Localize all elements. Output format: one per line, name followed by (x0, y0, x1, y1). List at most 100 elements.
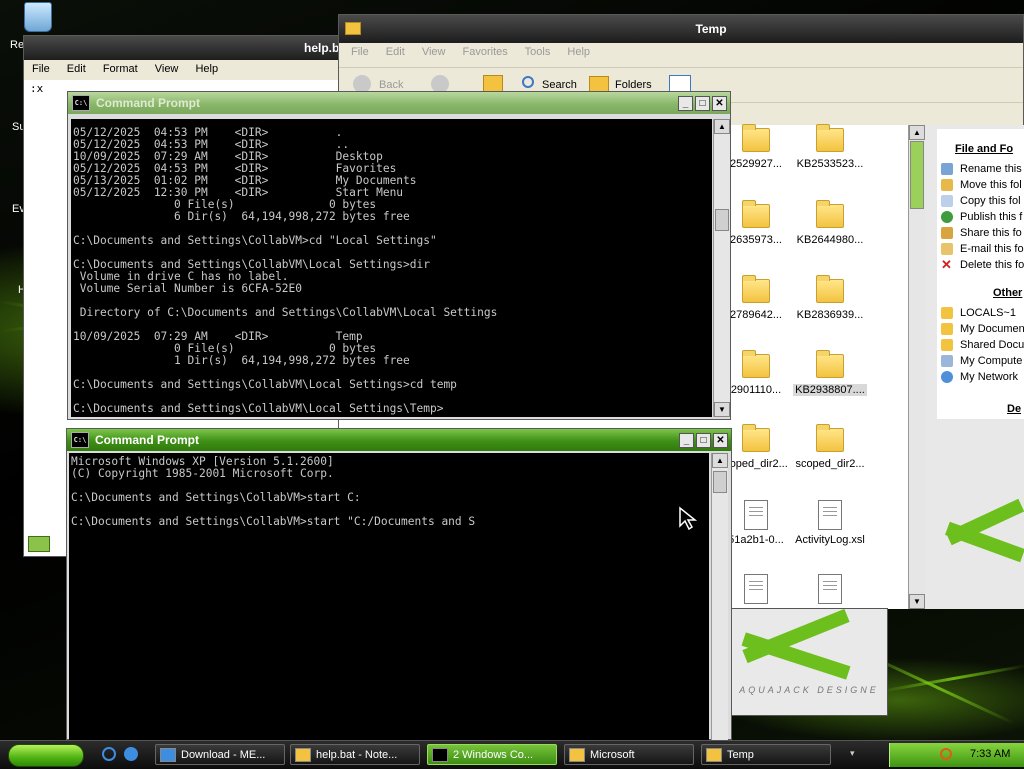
notepad-menu-help[interactable]: Help (195, 63, 218, 75)
explorer-menu-view[interactable]: View (422, 46, 446, 58)
taskbar-button[interactable]: help.bat - Note... (290, 744, 420, 765)
close-button[interactable]: ✕ (713, 432, 728, 448)
command-prompt-front-console[interactable]: Microsoft Windows XP [Version 5.1.2600](… (69, 453, 709, 741)
notepad-menu-edit[interactable]: Edit (67, 63, 86, 75)
desktop-icon-label-1[interactable]: Re (10, 39, 24, 51)
scroll-thumb[interactable] (715, 209, 729, 231)
notepad-menu-file[interactable]: File (32, 63, 50, 75)
task-panel: File and Fo Rename this Move this fol Co… (925, 125, 1024, 609)
minimize-button[interactable]: _ (678, 95, 693, 111)
console-line: C:\Documents and Settings\CollabVM\Local… (73, 378, 457, 391)
tray-search-icon[interactable] (940, 748, 952, 760)
maximize-button[interactable]: □ (695, 95, 710, 111)
notepad-hscroll[interactable] (28, 536, 50, 552)
scroll-up-arrow-icon[interactable]: ▲ (712, 453, 728, 468)
recycle-bin-icon[interactable] (24, 2, 52, 32)
command-prompt-back-window[interactable]: C:\ Command Prompt _ □ ✕ 05/12/2025 04:5… (67, 91, 731, 420)
notepad-menu-view[interactable]: View (155, 63, 179, 75)
notepad-menu-format[interactable]: Format (103, 63, 138, 75)
console-line: Directory of C:\Documents and Settings\C… (73, 306, 498, 319)
place-my-network[interactable]: My Network (941, 369, 1024, 385)
explorer-menu-file[interactable]: File (351, 46, 369, 58)
scroll-down-arrow-icon[interactable]: ▼ (909, 594, 925, 609)
explorer-menu-tools[interactable]: Tools (525, 46, 551, 58)
folders-icon[interactable] (589, 76, 609, 92)
rename-link[interactable]: Rename this (941, 161, 1024, 177)
taskbar-button[interactable]: Microsoft (564, 744, 694, 765)
globe-icon (941, 211, 953, 223)
copy-label: Copy this fol (960, 195, 1021, 207)
folder-icon (816, 275, 844, 303)
details-heading[interactable]: De (937, 385, 1024, 415)
command-prompt-back-titlebar[interactable]: C:\ Command Prompt _ □ ✕ (68, 92, 730, 114)
file-tasks-heading[interactable]: File and Fo (937, 129, 1024, 155)
place-my-computer[interactable]: My Compute (941, 353, 1024, 369)
search-button[interactable]: Search (542, 79, 577, 91)
explorer-menu-edit[interactable]: Edit (386, 46, 405, 58)
back-button[interactable]: Back (379, 79, 403, 91)
place-locals[interactable]: LOCALS~1 (941, 305, 1024, 321)
scroll-down-arrow-icon[interactable]: ▼ (714, 402, 730, 417)
console-line: (C) Copyright 1985-2001 Microsoft Corp. (71, 467, 334, 480)
notepad-text-area[interactable]: :x (30, 82, 43, 95)
taskbar-button[interactable]: 2 Windows Co... (427, 744, 557, 765)
move-label: Move this fol (960, 179, 1022, 191)
move-link[interactable]: Move this fol (941, 177, 1024, 193)
start-button[interactable] (8, 744, 84, 767)
explorer-titlebar[interactable]: Temp (339, 15, 1023, 43)
folder-item[interactable]: KB2533523... (790, 124, 870, 170)
scroll-thumb[interactable] (713, 471, 727, 493)
other-places-heading[interactable]: Other (937, 273, 1024, 299)
computer-icon (941, 355, 953, 367)
search-icon[interactable] (522, 76, 534, 88)
explorer-menu-favorites[interactable]: Favorites (463, 46, 508, 58)
place-shared-documents[interactable]: Shared Docu (941, 337, 1024, 353)
place-my-documents[interactable]: My Documen (941, 321, 1024, 337)
command-prompt-front-titlebar[interactable]: C:\ Command Prompt _ □ ✕ (67, 429, 731, 451)
cmd-back-vscroll[interactable]: ▲ ▼ (713, 119, 730, 417)
folder-icon (816, 350, 844, 378)
scroll-up-arrow-icon[interactable]: ▲ (714, 119, 730, 134)
delete-link[interactable]: ✕ Delete this fo (941, 257, 1024, 273)
close-button[interactable]: ✕ (712, 95, 727, 111)
email-link[interactable]: E-mail this fo (941, 241, 1024, 257)
file-item[interactable]: ActivityLog.xsl (790, 500, 870, 546)
folders-button[interactable]: Folders (615, 79, 652, 91)
mouse-cursor-icon (679, 506, 698, 530)
publish-link[interactable]: Publish this f (941, 209, 1024, 225)
copy-link[interactable]: Copy this fol (941, 193, 1024, 209)
scroll-up-arrow-icon[interactable]: ▲ (909, 125, 925, 140)
scroll-thumb[interactable] (910, 141, 924, 209)
taskbar-button[interactable]: Temp (701, 744, 831, 765)
share-link[interactable]: Share this fo (941, 225, 1024, 241)
folder-icon (742, 275, 770, 303)
quick-launch-icon[interactable] (124, 747, 138, 761)
folder-item[interactable]: KB2938807.... (790, 350, 870, 396)
file-name: KB2938807.... (793, 384, 867, 396)
folder-icon (742, 424, 770, 452)
internet-explorer-icon[interactable] (102, 747, 116, 761)
maximize-button[interactable]: □ (696, 432, 711, 448)
folder-icon (742, 200, 770, 228)
folder-icon (345, 22, 361, 35)
notepad-titlebar[interactable]: help.ba (24, 36, 352, 60)
explorer-menu-help[interactable]: Help (567, 46, 590, 58)
cmd-front-vscroll[interactable]: ▲ (711, 453, 728, 741)
folder-item[interactable]: scoped_dir2... (790, 424, 870, 470)
taskbar-button-label: 2 Windows Co... (453, 748, 534, 761)
file-name: KB2533523... (796, 158, 864, 170)
command-prompt-front-window[interactable]: C:\ Command Prompt _ □ ✕ Microsoft Windo… (66, 428, 732, 741)
folder-item[interactable]: KB2644980... (790, 200, 870, 246)
clock[interactable]: 7:33 AM (970, 748, 1010, 760)
taskbar-expand-chevron-icon[interactable]: ▾ (850, 748, 855, 759)
file-item[interactable] (790, 574, 870, 608)
explorer-vscroll[interactable]: ▲ ▼ (908, 125, 925, 609)
file-name: ActivityLog.xsl (795, 534, 865, 546)
move-icon (941, 179, 953, 191)
minimize-button[interactable]: _ (679, 432, 694, 448)
folder-icon (941, 307, 953, 319)
folder-item[interactable]: KB2836939... (790, 275, 870, 321)
taskbar-app-icon (706, 747, 722, 762)
taskbar-button[interactable]: Download - ME... (155, 744, 285, 765)
command-prompt-back-console[interactable]: 05/12/2025 04:53 PM <DIR> . 05/12/2025 04… (71, 119, 712, 417)
